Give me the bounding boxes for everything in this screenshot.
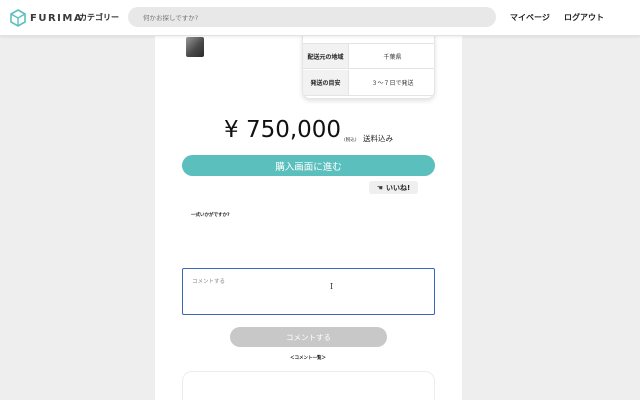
purchase-button[interactable]: 購入画面に進む: [182, 155, 435, 176]
search-placeholder: 何かお探しですか?: [143, 14, 199, 22]
hand-icon: ☚: [376, 183, 384, 192]
category-link[interactable]: カテゴリー: [79, 12, 119, 23]
text-cursor-icon: I: [330, 282, 334, 291]
spec-label: 配送元の地域: [303, 44, 349, 68]
spec-value: 千葉県: [383, 53, 402, 61]
like-button[interactable]: ☚ いいね!: [369, 181, 418, 194]
product-thumbnail[interactable]: [186, 37, 204, 57]
like-label: いいね!: [386, 183, 411, 192]
item-description: 一式いかがですか?: [191, 213, 230, 218]
spec-row-region: 配送元の地域 千葉県: [303, 43, 434, 69]
logo-text: FURIMA: [30, 12, 84, 24]
spec-value: ３〜７日で発送: [371, 80, 414, 87]
tax-label: (税込): [344, 138, 357, 143]
spec-label: 発送の目安: [303, 70, 349, 95]
comment-submit-button[interactable]: コメントする: [230, 327, 387, 347]
mypage-link[interactable]: マイページ: [510, 12, 550, 23]
spec-row-shipping-days: 発送の目安 ３〜７日で発送: [303, 70, 434, 96]
comment-textarea[interactable]: コメントする I: [182, 268, 435, 315]
cube-logo-icon: [10, 9, 26, 27]
shipping-spec-table: 配送元の地域 千葉県 発送の目安 ３〜７日で発送: [302, 30, 435, 99]
comment-placeholder: コメントする: [192, 279, 226, 285]
top-header: FURIMA カテゴリー 何かお探しですか? マイページ ログアウト: [0, 0, 640, 36]
shipping-fee-label: 送料込み: [363, 134, 393, 143]
comment-list-heading: ＜コメント一覧＞: [290, 356, 326, 361]
logout-link[interactable]: ログアウト: [564, 12, 604, 23]
comment-list-card: [182, 371, 435, 400]
search-input[interactable]: 何かお探しですか?: [128, 7, 496, 27]
logo[interactable]: FURIMA: [10, 9, 83, 27]
item-price: ¥ 750,000: [224, 117, 342, 143]
